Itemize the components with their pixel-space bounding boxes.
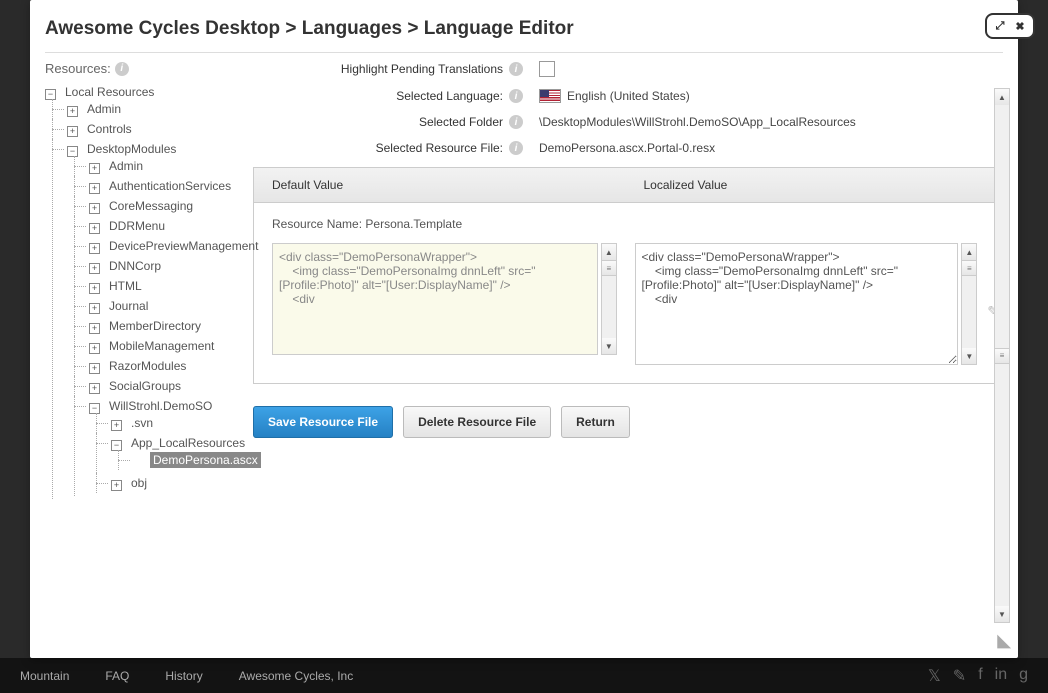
tree-node[interactable]: DNNCorp	[106, 258, 164, 274]
info-icon[interactable]: i	[509, 115, 523, 129]
resize-handle-icon[interactable]: ◢	[995, 635, 1016, 649]
resource-name-value: Persona.Template	[365, 217, 462, 231]
footer-link[interactable]: History	[165, 669, 202, 683]
facebook-icon[interactable]: f	[978, 666, 982, 686]
twitter-icon[interactable]: 𝕏	[928, 666, 941, 686]
tree-expand-icon[interactable]: +	[89, 303, 100, 314]
tree-expand-icon[interactable]: +	[89, 263, 100, 274]
selected-language-value: English (United States)	[567, 89, 690, 103]
linkedin-icon[interactable]: in	[995, 666, 1007, 686]
footer-link[interactable]: Mountain	[20, 669, 69, 683]
tree-node[interactable]: AuthenticationServices	[106, 178, 234, 194]
tree-expand-icon[interactable]: +	[89, 203, 100, 214]
save-button[interactable]: Save Resource File	[253, 406, 393, 438]
tree-selected-file[interactable]: DemoPersona.ascx	[150, 452, 261, 468]
page-footer: Mountain FAQ History Awesome Cycles, Inc…	[0, 658, 1048, 693]
divider	[45, 52, 1003, 53]
tree-expand-icon[interactable]: +	[89, 363, 100, 374]
tree-collapse-icon[interactable]: −	[67, 146, 78, 157]
tree-node[interactable]: MemberDirectory	[106, 318, 204, 334]
tree-node[interactable]: RazorModules	[106, 358, 189, 374]
scroll-down-icon[interactable]: ▼	[962, 348, 976, 364]
selected-file-value: DemoPersona.ascx.Portal-0.resx	[539, 141, 715, 155]
tree-expand-icon[interactable]: +	[89, 163, 100, 174]
tree-expand-icon[interactable]: +	[89, 183, 100, 194]
info-icon[interactable]: i	[509, 89, 523, 103]
blog-icon[interactable]: ✎	[953, 666, 966, 686]
breadcrumb: Awesome Cycles Desktop > Languages > Lan…	[30, 0, 1018, 52]
tree-expand-icon[interactable]: +	[89, 343, 100, 354]
resources-sidebar: Resources: i −Local Resources +Admin +Co…	[45, 61, 235, 502]
pending-label: Highlight Pending Translations	[341, 62, 503, 76]
resource-name-label: Resource Name:	[272, 217, 362, 231]
language-label: Selected Language:	[396, 89, 503, 103]
us-flag-icon	[539, 89, 561, 103]
default-value-textarea	[272, 243, 598, 355]
tree-collapse-icon[interactable]: −	[89, 403, 100, 414]
tree-expand-icon[interactable]: +	[67, 126, 78, 137]
scroll-grip-icon[interactable]: ≡	[602, 260, 615, 276]
scroll-grip-icon[interactable]: ≡	[962, 260, 976, 276]
tree-node[interactable]: obj	[128, 475, 150, 491]
file-label: Selected Resource File:	[376, 141, 503, 155]
scroll-grip-icon[interactable]: ≡	[995, 348, 1009, 364]
delete-button[interactable]: Delete Resource File	[403, 406, 551, 438]
tree-expand-icon[interactable]: +	[89, 383, 100, 394]
tree-node[interactable]: Journal	[106, 298, 151, 314]
tree-node[interactable]: DesktopModules	[84, 141, 179, 157]
footer-link[interactable]: Awesome Cycles, Inc	[239, 669, 354, 683]
tree-expand-icon[interactable]: +	[89, 283, 100, 294]
return-button[interactable]: Return	[561, 406, 630, 438]
scroll-track[interactable]	[995, 364, 1009, 607]
tree-node[interactable]: CoreMessaging	[106, 198, 196, 214]
localized-value-textarea[interactable]	[635, 243, 959, 365]
tree-expand-icon[interactable]: +	[111, 480, 122, 491]
window-controls: ⤢ ✖	[985, 13, 1035, 39]
tree-node[interactable]: WillStrohl.DemoSO	[106, 398, 215, 414]
info-icon[interactable]: i	[115, 62, 129, 76]
scroll-up-icon[interactable]: ▲	[995, 89, 1009, 105]
scroll-track[interactable]	[995, 105, 1009, 348]
sidebar-title: Resources: i	[45, 61, 235, 76]
info-icon[interactable]: i	[509, 141, 523, 155]
tree-node[interactable]: App_LocalResources	[128, 435, 248, 451]
google-icon[interactable]: g	[1019, 666, 1028, 686]
tree-collapse-icon[interactable]: −	[111, 440, 122, 451]
tree-node[interactable]: SocialGroups	[106, 378, 184, 394]
info-icon[interactable]: i	[509, 62, 523, 76]
scroll-down-icon[interactable]: ▼	[995, 606, 1009, 622]
tree-node[interactable]: DDRMenu	[106, 218, 168, 234]
tree-expand-icon[interactable]: +	[67, 106, 78, 117]
tree-node[interactable]: Admin	[106, 158, 146, 174]
tree-node[interactable]: HTML	[106, 278, 145, 294]
tree-collapse-icon[interactable]: −	[45, 89, 56, 100]
tree-node[interactable]: .svn	[128, 415, 156, 431]
tree-expand-icon[interactable]: +	[111, 420, 122, 431]
tree-node-local-resources[interactable]: Local Resources	[62, 84, 157, 100]
selected-folder-value: \DesktopModules\WillStrohl.DemoSO\App_Lo…	[539, 115, 856, 129]
col-default-header: Default Value	[254, 168, 626, 202]
modal-scrollbar[interactable]: ▲ ≡ ▼	[994, 88, 1010, 623]
scroll-track[interactable]	[602, 276, 615, 338]
editor-panel: Default Value Localized Value Resource N…	[253, 167, 998, 384]
tree-node[interactable]: MobileManagement	[106, 338, 217, 354]
tree-expand-icon[interactable]: +	[89, 243, 100, 254]
maximize-button[interactable]: ⤢	[991, 17, 1009, 35]
folder-label: Selected Folder	[419, 115, 503, 129]
editor-content: Highlight Pending Translations i Selected…	[235, 61, 1016, 502]
scroll-track[interactable]	[962, 276, 976, 348]
scroll-up-icon[interactable]: ▲	[602, 244, 615, 260]
tree-node[interactable]: DevicePreviewManagement	[106, 238, 261, 254]
pending-checkbox[interactable]	[539, 61, 555, 77]
col-localized-header: Localized Value	[626, 168, 998, 202]
tree-node[interactable]: Admin	[84, 101, 124, 117]
scroll-down-icon[interactable]: ▼	[602, 338, 615, 354]
close-button[interactable]: ✖	[1011, 17, 1029, 35]
language-editor-modal: Awesome Cycles Desktop > Languages > Lan…	[30, 0, 1018, 658]
footer-link[interactable]: FAQ	[105, 669, 129, 683]
tree-expand-icon[interactable]: +	[89, 223, 100, 234]
tree-expand-icon[interactable]: +	[89, 323, 100, 334]
tree-node[interactable]: Controls	[84, 121, 135, 137]
scroll-up-icon[interactable]: ▲	[962, 244, 976, 260]
